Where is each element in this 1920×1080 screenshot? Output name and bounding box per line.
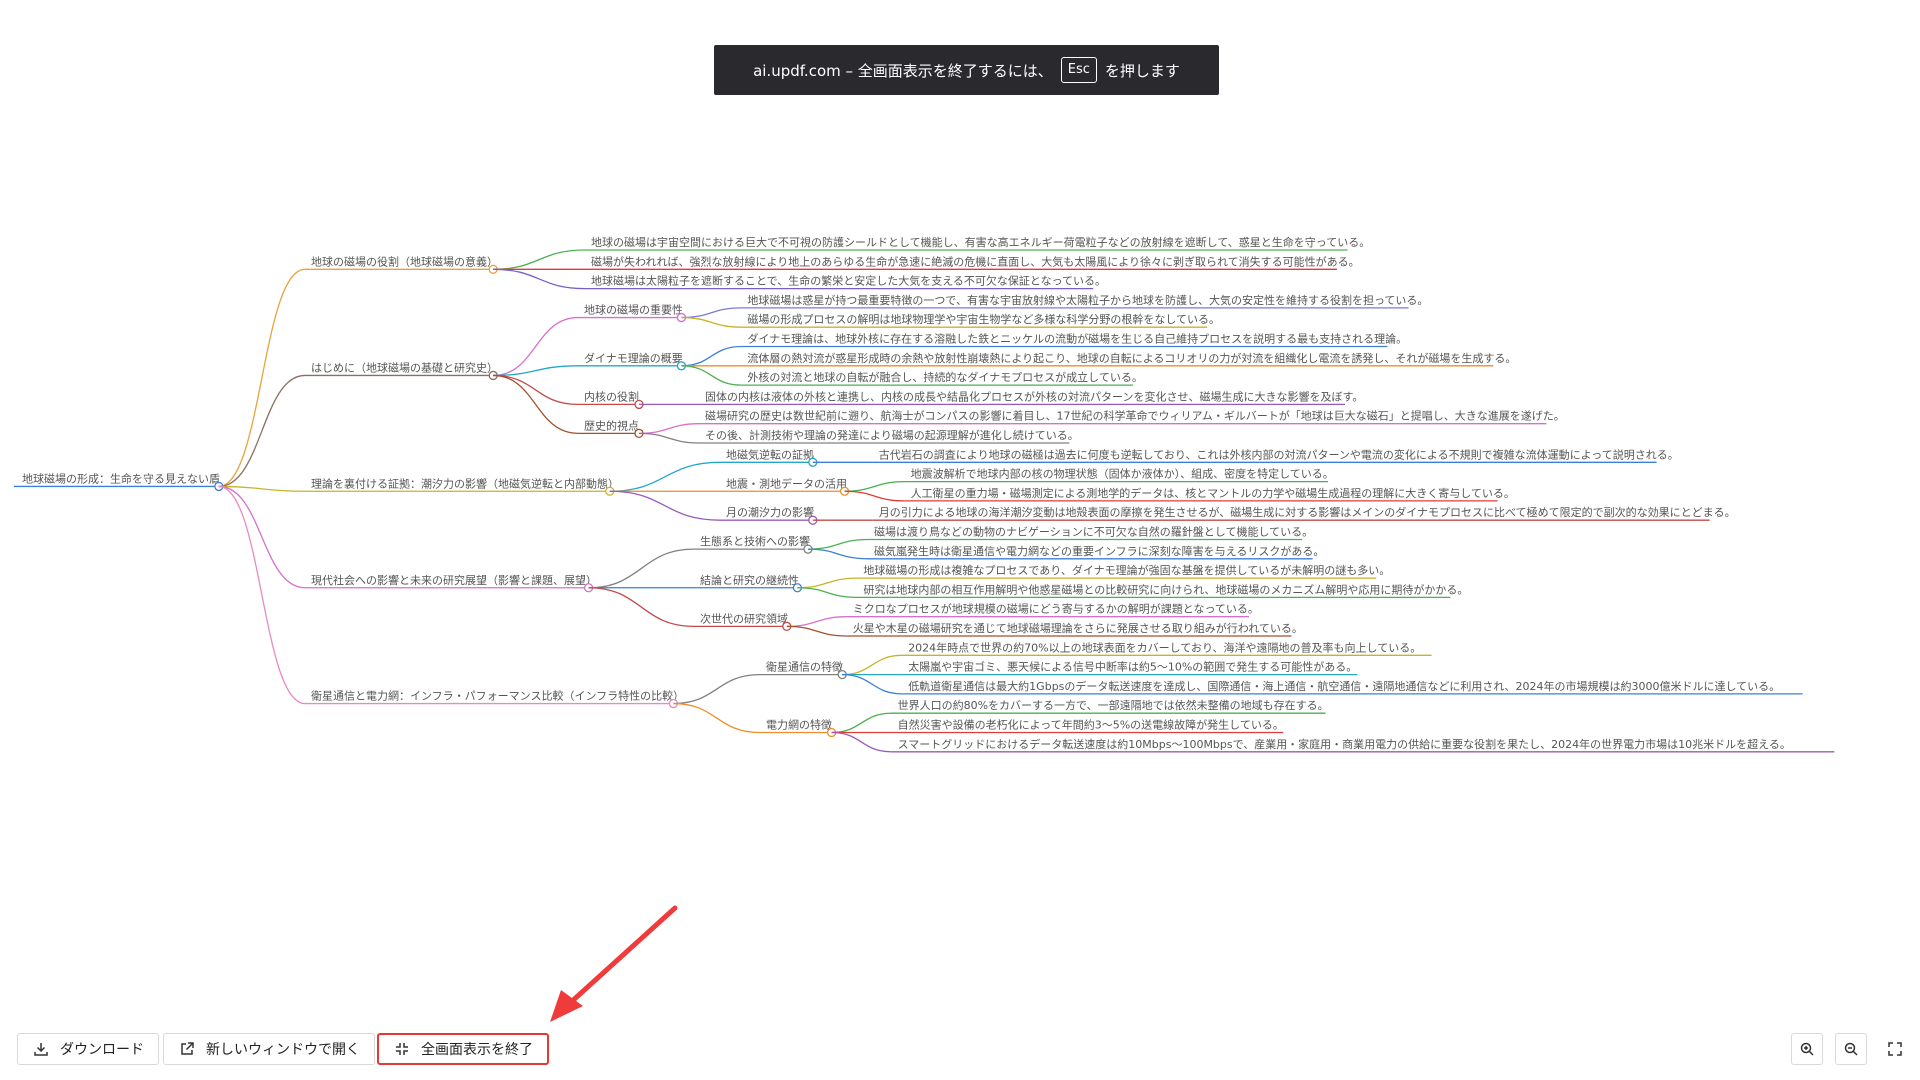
- mindmap-branch: はじめに（地球磁場の基礎と研究史）: [311, 360, 498, 374]
- mindmap-leaf: 人工衛星の重力場・磁場測定による測地学的データは、核とマントルの力学や磁場生成過…: [911, 486, 1515, 500]
- mindmap-subtopic: 次世代の研究領域: [700, 611, 788, 625]
- mindmap-branch: 現代社会への影響と未来の研究展望（影響と課題、展望）: [311, 573, 597, 587]
- mindmap-leaf: 外核の対流と地球の自転が融合し、持続的なダイナモプロセスが成立している。: [747, 370, 1142, 384]
- mindmap-canvas: 地球磁場の形成：生命を守る見えない盾 地球の磁場の役割（地球磁場の意義） 地球の磁場…: [14, 235, 1835, 753]
- mindmap-leaf: 流体層の熱対流が惑星形成時の余熱や放射性崩壊熱により起こり、地球の自転によるコリ…: [747, 351, 1516, 365]
- exit-fullscreen-button[interactable]: 全画面表示を終了: [377, 1033, 549, 1065]
- mindmap-leaf: 地球磁場の形成は複雑なプロセスであり、ダイナモ理論が強固な基盤を提供しているが未…: [863, 563, 1390, 577]
- mindmap-leaf: スマートグリッドにおけるデータ転送速度は約10Mbps～100Mbpsで、産業用…: [898, 737, 1791, 751]
- mindmap-leaf: 地球磁場は太陽粒子を遮断することで、生命の繁栄と安定した大気を支える不可欠な保証…: [591, 274, 1106, 288]
- mindmap-leaf: 2024年時点で世界の約70%以上の地球表面をカバーしており、海洋や遠隔地の普及…: [908, 640, 1421, 654]
- expand-icon: [1886, 1040, 1904, 1058]
- download-button[interactable]: ダウンロード: [17, 1033, 159, 1065]
- mindmap-subtopic: 地震・測地データの活用: [726, 476, 847, 490]
- download-icon: [32, 1040, 50, 1058]
- mindmap-leaf: 磁場は渡り鳥などの動物のナビゲーションに不可欠な自然の羅針盤として機能している。: [874, 525, 1313, 539]
- mindmap-leaf: 地球の磁場は宇宙空間における巨大で不可視の防護シールドとして機能し、有害な高エネ…: [591, 235, 1370, 249]
- mindmap-subtopic: 地磁気逆転の証拠: [726, 447, 814, 461]
- mindmap-subtopic: 結論と研究の継続性: [700, 573, 799, 587]
- mindmap-subtopic: 衛星通信の特徴: [766, 660, 843, 674]
- mindmap-leaf: 固体の内核は液体の外核と連携し、内核の成長や結晶化プロセスが外核の対流パターンを…: [705, 389, 1363, 403]
- mindmap-branch: 衛星通信と電力網：インフラ・パフォーマンス比較（インフラ特性の比較）: [311, 689, 684, 703]
- mindmap-root: 地球磁場の形成：生命を守る見えない盾: [22, 471, 220, 485]
- mindmap-subtopic: 歴史的視点: [584, 418, 639, 432]
- mindmap-leaf: 古代岩石の調査により地球の磁極は過去に何度も逆転しており、これは外核内部の対流パ…: [879, 447, 1679, 461]
- mindmap-leaf: 太陽嵐や宇宙ゴミ、悪天候による信号中断率は約5～10%の範囲で発生する可能性があ…: [908, 660, 1357, 674]
- zoom-out-button[interactable]: [1835, 1033, 1867, 1065]
- mindmap-leaf: 磁場の形成プロセスの解明は地球物理学や宇宙生物学など多様な科学分野の根幹をなして…: [747, 312, 1220, 326]
- fullscreen-button[interactable]: [1879, 1033, 1911, 1065]
- mindmap-branch: 地球の磁場の役割（地球磁場の意義）: [311, 254, 498, 268]
- mindmap-leaf: 火星や木星の磁場研究を通じて地球磁場理論をさらに発展させる取り組みが行われている…: [853, 621, 1303, 635]
- mindmap-leaf: 世界人口の約80%をカバーする一方で、一部遠隔地では依然未整備の地域も存在する。: [898, 698, 1329, 712]
- mindmap-leaf: 研究は地球内部の相互作用解明や他惑星磁場との比較研究に向けられ、地球磁場のメカニ…: [863, 582, 1468, 596]
- collapse-icon: [393, 1040, 411, 1058]
- download-label: ダウンロード: [60, 1042, 144, 1058]
- mindmap-leaf: 磁場研究の歴史は数世紀前に遡り、航海士がコンパスの影響に着目し、17世紀の科学革…: [705, 409, 1565, 423]
- external-link-icon: [178, 1040, 196, 1058]
- mindmap-subtopic: 電力網の特徴: [766, 718, 832, 732]
- open-new-window-button[interactable]: 新しいウィンドウで開く: [163, 1033, 375, 1065]
- mindmap-subtopic: 生態系と技術への影響: [700, 534, 810, 548]
- mindmap-subtopic: 内核の役割: [584, 389, 639, 403]
- zoom-in-icon: [1798, 1040, 1816, 1058]
- zoom-in-button[interactable]: [1791, 1033, 1823, 1065]
- zoom-out-icon: [1842, 1040, 1860, 1058]
- mindmap-branch: 理論を裏付ける証拠：潮汐力の影響（地磁気逆転と内部動態）: [311, 476, 619, 490]
- mindmap-leaf: 磁気嵐発生時は衛星通信や電力網などの重要インフラに深刻な障害を与えるリスクがある…: [874, 544, 1324, 558]
- open-new-window-label: 新しいウィンドウで開く: [206, 1042, 360, 1058]
- mindmap-leaf: 低軌道衛星通信は最大約1Gbpsのデータ転送速度を達成し、国際通信・海上通信・航…: [908, 679, 1780, 693]
- mindmap-subtopic: ダイナモ理論の概要: [584, 351, 683, 365]
- mindmap-leaf: 地震波解析で地球内部の核の物理状態（固体か液体か）、組成、密度を特定している。: [911, 467, 1334, 481]
- mindmap-leaf: 磁場が失われれば、強烈な放射線により地上のあらゆる生命が急速に絶滅の危機に直面し…: [591, 254, 1360, 268]
- mindmap-leaf: 地球磁場は惑星が持つ最重要特徴の一つで、有害な宇宙放射線や太陽粒子から地球を防護…: [747, 293, 1428, 307]
- mindmap-leaf: ダイナモ理論は、地球外核に存在する溶融した鉄とニッケルの流動が磁場を生じる自己維…: [747, 332, 1407, 346]
- mindmap-subtopic: 地球の磁場の重要性: [584, 303, 683, 317]
- mindmap-leaf: 自然災害や設備の老朽化によって年間約3～5%の送電線故障が発生している。: [898, 718, 1284, 732]
- mindmap-subtopic: 月の潮汐力の影響: [726, 505, 814, 519]
- mindmap-leaf: その後、計測技術や理論の発達により磁場の起源理解が進化し続けている。: [705, 428, 1079, 442]
- mindmap-leaf: ミクロなプロセスが地球規模の磁場にどう寄与するかの解明が課題となっている。: [853, 602, 1259, 616]
- mindmap-leaf: 月の引力による地球の海洋潮汐変動は地殻表面の摩擦を発生させるが、磁場生成に対する…: [879, 505, 1736, 519]
- exit-fullscreen-label: 全画面表示を終了: [421, 1042, 533, 1058]
